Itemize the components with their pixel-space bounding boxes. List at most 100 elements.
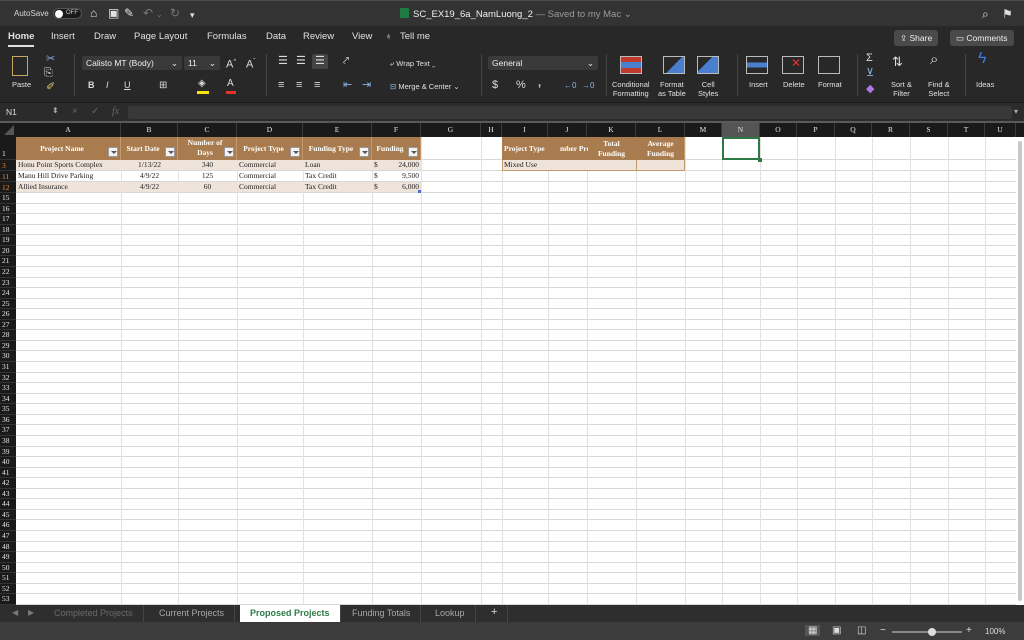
row-header[interactable]: 50	[0, 563, 16, 574]
decrease-indent-icon[interactable]: ⇤	[343, 80, 352, 91]
row-header[interactable]: 41	[0, 468, 16, 479]
column-header-p[interactable]: P	[797, 123, 835, 137]
next-sheet-icon[interactable]: ▶	[28, 608, 34, 617]
column-header-h[interactable]: H	[481, 123, 502, 137]
clear-icon[interactable]: ◆	[866, 84, 874, 95]
share-button[interactable]: ⇪ Share	[894, 30, 939, 46]
column-header-a[interactable]: A	[16, 123, 121, 137]
cell-funding-type[interactable]: Tax Credit	[303, 171, 372, 181]
row-header[interactable]: 17	[0, 214, 16, 225]
row-header[interactable]: 1	[0, 137, 16, 160]
row-header[interactable]: 20	[0, 246, 16, 257]
cell-start-date[interactable]: 1/13/22	[121, 160, 178, 170]
sheet-tab-funding-totals[interactable]: Funding Totals	[342, 605, 422, 622]
row-header[interactable]: 31	[0, 362, 16, 373]
format-as-table-button[interactable]: Format as Table	[658, 80, 686, 98]
row-header[interactable]: 24	[0, 288, 16, 299]
align-bottom-icon[interactable]: ☰	[312, 54, 328, 69]
paste-label[interactable]: Paste	[12, 80, 31, 89]
cell-styles-button[interactable]: Cell Styles	[698, 80, 718, 98]
column-header-f[interactable]: F	[372, 123, 421, 137]
zoom-slider-knob[interactable]	[928, 628, 936, 636]
column-header-d[interactable]: D	[237, 123, 303, 137]
number-format-select[interactable]: General ⌄	[488, 56, 598, 70]
insert-button[interactable]: Insert	[749, 80, 768, 89]
fill-icon[interactable]: ⊻	[866, 68, 874, 79]
row-header[interactable]: 25	[0, 299, 16, 310]
search-icon[interactable]: ⌕	[982, 7, 989, 22]
column-header-i[interactable]: I	[502, 123, 548, 137]
underline-button[interactable]: U	[124, 80, 131, 91]
align-left-icon[interactable]: ≡	[278, 80, 284, 91]
row-header[interactable]: 49	[0, 552, 16, 563]
row-header[interactable]: 38	[0, 436, 16, 447]
insert-cells-icon[interactable]	[746, 56, 768, 74]
cell-project-type[interactable]: Commercial	[237, 182, 303, 192]
copy-icon[interactable]: ⎘	[44, 68, 53, 79]
row-header[interactable]: 12	[0, 182, 16, 193]
cell-funding-amount[interactable]: 9,500	[372, 171, 421, 181]
align-right-icon[interactable]: ≡	[314, 80, 320, 91]
column-header-u[interactable]: U	[985, 123, 1016, 137]
header-funding-type[interactable]: Funding Type	[303, 137, 372, 160]
autosum-icon[interactable]: Σ	[866, 53, 873, 64]
header-start-date[interactable]: Start Date	[121, 137, 178, 160]
ideas-button[interactable]: Ideas	[976, 80, 994, 89]
align-top-icon[interactable]: ☰	[278, 56, 288, 67]
row-header[interactable]: 23	[0, 278, 16, 289]
sheet-tab-proposed-projects[interactable]: Proposed Projects	[240, 605, 341, 622]
undo-dropdown-icon[interactable]: ⌄	[156, 9, 163, 21]
zoom-slider[interactable]	[892, 628, 962, 636]
enter-icon[interactable]: ✓	[91, 106, 99, 117]
orientation-icon[interactable]: ⤤	[343, 56, 349, 67]
row-header[interactable]: 18	[0, 225, 16, 236]
add-sheet-button[interactable]: +	[481, 605, 509, 622]
increase-indent-icon[interactable]: ⇥	[362, 80, 371, 91]
font-color-icon[interactable]: A	[227, 78, 234, 89]
cell-start-date[interactable]: 4/9/22	[121, 182, 178, 192]
font-name-select[interactable]: Calisto MT (Body) ⌄	[82, 56, 182, 70]
currency-button[interactable]: $	[492, 80, 498, 91]
worksheet-grid[interactable]: Project Name Start Date Number of Days Proj…	[16, 137, 1016, 605]
cell-number-of-days[interactable]: 340	[178, 160, 237, 170]
home-icon[interactable]: ⌂	[90, 7, 97, 19]
column-header-o[interactable]: O	[760, 123, 797, 137]
row-header[interactable]: 43	[0, 489, 16, 500]
find-select-icon[interactable]: ⌕	[930, 52, 938, 67]
cell-number-of-days[interactable]: 125	[178, 171, 237, 181]
cell-styles-icon[interactable]	[697, 56, 719, 74]
column-header-k[interactable]: K	[587, 123, 636, 137]
customize-toolbar-icon[interactable]: ▾	[190, 9, 195, 21]
cancel-icon[interactable]: ×	[72, 106, 78, 117]
column-header-q[interactable]: Q	[835, 123, 872, 137]
edit-icon[interactable]: ✎	[124, 7, 134, 19]
find-select-button[interactable]: Find & Select	[928, 80, 950, 98]
summary-header-total-funding[interactable]: Total Funding	[587, 139, 636, 159]
cell-project-name[interactable]: Allied Insurance	[16, 182, 121, 192]
percent-button[interactable]: %	[516, 80, 526, 91]
increase-font-icon[interactable]: A^	[226, 57, 236, 71]
formula-input[interactable]	[128, 106, 1012, 119]
tab-home[interactable]: Home	[8, 31, 35, 47]
align-middle-icon[interactable]: ☰	[296, 56, 306, 67]
summary-header-project-type[interactable]: Project Type	[502, 144, 558, 154]
cut-icon[interactable]: ✂	[46, 54, 55, 65]
sort-filter-icon[interactable]: ⇅	[892, 55, 903, 68]
document-title[interactable]: SC_EX19_6a_NamLuong_2 — Saved to my Mac …	[400, 8, 632, 20]
cell-funding-type[interactable]: Tax Credit	[303, 182, 372, 192]
row-header[interactable]: 32	[0, 373, 16, 384]
name-box-stepper-icon[interactable]: ⬍	[52, 106, 59, 115]
wrap-text-button[interactable]: ⤶ Wrap Text ⌄	[390, 59, 435, 68]
row-header[interactable]: 16	[0, 204, 16, 215]
column-header-l[interactable]: L	[636, 123, 685, 137]
select-all-button[interactable]	[0, 123, 16, 137]
autosave-toggle[interactable]: OFF	[53, 8, 82, 19]
cell-project-type[interactable]: Commercial	[237, 160, 303, 170]
row-header[interactable]: 35	[0, 404, 16, 415]
header-project-name[interactable]: Project Name	[16, 137, 121, 160]
increase-decimal-icon[interactable]: ←0	[564, 80, 576, 91]
format-cells-icon[interactable]	[818, 56, 840, 74]
tab-insert[interactable]: Insert	[51, 31, 75, 42]
row-header[interactable]: 15	[0, 193, 16, 204]
sort-filter-button[interactable]: Sort & Filter	[891, 80, 912, 98]
